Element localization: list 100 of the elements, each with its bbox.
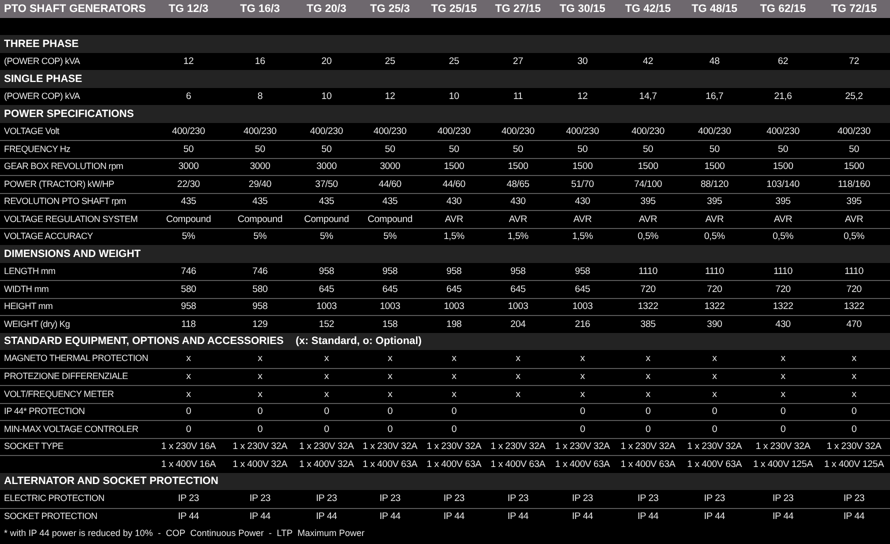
column-header: TG 25/15	[430, 4, 478, 14]
table-cell-text: 50	[384, 144, 396, 154]
table-cell-text: x	[514, 372, 522, 382]
table-cell-text: x	[256, 372, 264, 382]
table-cell-text: 435	[381, 197, 399, 206]
table-cell-text: 5%	[252, 232, 268, 242]
table-cell-text: x	[850, 372, 858, 382]
table-cell-text: IP 44	[570, 512, 594, 522]
table-cell-text: 400/230	[309, 126, 344, 136]
table-cell-text: 5%	[382, 232, 398, 242]
column-header: TG 12/3	[168, 4, 210, 14]
table-cell-text: 37/50	[314, 180, 339, 189]
table-cell-text: 430	[774, 320, 792, 329]
table-cell-text: 22/30	[176, 180, 201, 189]
table-cell-text: IP 23	[570, 494, 594, 504]
table-cell-text: 645	[318, 284, 336, 294]
table-cell-text: 51/70	[570, 180, 595, 189]
table-cell-text: IP 23	[636, 494, 660, 504]
table-cell-text: 645	[381, 284, 399, 294]
table-cell-text: AVR	[844, 214, 864, 224]
row-label: GEAR BOX REVOLUTION rpm	[4, 162, 124, 172]
table-cell-text: IP 23	[702, 494, 726, 504]
table-cell-text: 1 x 230V 32A	[232, 442, 288, 452]
column-header: TG 62/15	[759, 4, 807, 14]
table-cell-text: 400/230	[565, 126, 600, 136]
table-cell-text: 5%	[318, 232, 334, 242]
table-cell-text: 390	[706, 320, 724, 329]
table-cell-text: IP 44	[176, 512, 200, 522]
table-cell-text: x	[780, 372, 786, 382]
table-cell-text: 21,6	[773, 92, 793, 101]
table-cell-text: 1 x 230V 32A	[754, 442, 812, 452]
table-cell-text: 50	[254, 144, 266, 154]
table-cell-text: 152	[318, 320, 336, 329]
row-label: IP 44* PROTECTION	[4, 407, 85, 416]
table-cell-text: 395	[706, 197, 724, 206]
table-cell-text: 0	[386, 407, 394, 416]
table-cell-text: 400/230	[766, 126, 800, 136]
table-cell-text: 1,5%	[442, 232, 466, 242]
row-label: LENGTH mm	[4, 266, 56, 276]
table-cell-text: 0	[779, 407, 787, 416]
table-cell-text: 10	[448, 92, 460, 101]
table-cell-text: 50	[776, 144, 790, 154]
table-cell-text: 435	[180, 197, 198, 206]
table-cell-text: IP 44	[842, 512, 866, 522]
table-cell-text: 470	[845, 320, 863, 329]
table-cell-text: 198	[445, 320, 463, 329]
table-cell-text: x	[579, 354, 586, 364]
table-cell-text: 103/140	[766, 180, 800, 189]
column-header: TG 27/15	[494, 4, 542, 14]
table-cell-text: x	[644, 390, 652, 399]
table-cell-text: 1 x 400V 63A	[426, 460, 482, 469]
table-cell-text: 400/230	[171, 126, 206, 136]
table-cell-text: 11	[512, 92, 524, 101]
row-label: VOLTAGE REGULATION SYSTEM	[4, 214, 138, 224]
row-label: FREQUENCY Hz	[4, 144, 70, 154]
table-cell-text: AVR	[772, 214, 794, 224]
table-cell-text: 395	[774, 197, 792, 206]
table-cell-text: 645	[509, 284, 527, 294]
table-cell-text: 0,5%	[703, 232, 726, 242]
table-cell-text: 958	[318, 266, 336, 276]
table-cell-text: 8	[256, 92, 264, 101]
column-header: TG 25/3	[369, 4, 411, 14]
table-cell-text: 1 x 400V 63A	[362, 460, 418, 469]
table-cell-text: 400/230	[372, 126, 408, 136]
table-cell-text: 1500	[842, 162, 866, 172]
table-cell-text: 746	[251, 266, 269, 276]
table-cell-text: 435	[318, 197, 336, 206]
table-cell-text: x	[514, 354, 522, 364]
table-cell-text: 0,5%	[842, 232, 866, 242]
table-cell-text: Compound	[165, 214, 212, 224]
table-cell-text: 1 x 230V 32A	[426, 442, 482, 452]
table-cell-text: x	[386, 372, 394, 382]
table-cell-text: 3000	[248, 162, 272, 172]
table-cell-text: 1,5%	[506, 232, 530, 242]
table-cell-text: x	[644, 354, 652, 364]
table-cell-text: 430	[574, 197, 592, 206]
table-cell-text: 16,7	[704, 92, 724, 101]
table-cell-text: x	[323, 372, 330, 382]
table-cell-text: 62	[776, 56, 790, 66]
table-cell-text: x	[450, 390, 458, 399]
table-cell-text: 1322	[636, 302, 660, 312]
table-cell-text: IP 44	[248, 512, 272, 522]
table-cell-text: 430	[445, 197, 463, 206]
table-cell-text: 12	[576, 92, 589, 101]
table-cell-text: 0	[578, 424, 586, 434]
table-cell-text: 1 x 230V 32A	[826, 442, 882, 452]
table-cell-text: 0	[322, 424, 330, 434]
table-cell-text: 118	[180, 320, 197, 329]
table-cell-text: 0	[184, 407, 192, 416]
row-label: SOCKET PROTECTION	[4, 512, 98, 522]
table-cell-text: IP 44	[636, 512, 660, 522]
table-cell-text: 25	[448, 56, 460, 66]
row-label: HEIGHT mm	[4, 302, 53, 312]
footnote: * with IP 44 power is reduced by 10% - COP Continuous Power - LTP Maximum Power	[4, 529, 364, 538]
table-cell-text: x	[323, 390, 330, 399]
table-cell-text: 1003	[378, 302, 402, 312]
table-cell-text: 204	[509, 320, 527, 329]
table-cell-text: 400/230	[242, 126, 278, 136]
table-cell-text: 0	[850, 424, 858, 434]
table-cell-text: 74/100	[633, 180, 663, 189]
